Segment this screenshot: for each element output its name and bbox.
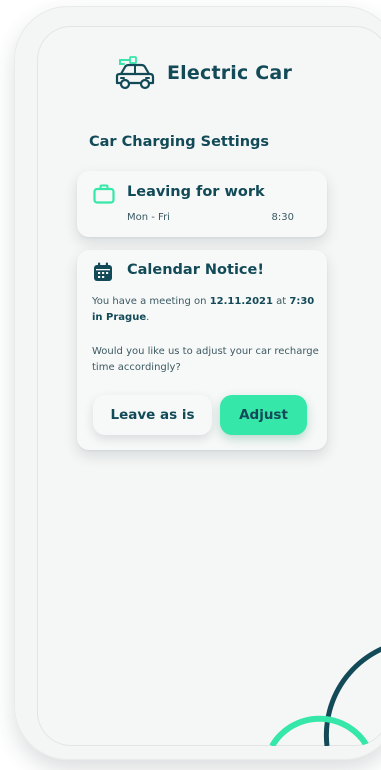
work-card-title: Leaving for work [127, 184, 265, 200]
briefcase-icon [93, 184, 115, 204]
app-title: Electric Car [167, 62, 293, 84]
leaving-for-work-card[interactable]: Leaving for work Mon - Fri 8:30 [77, 171, 327, 237]
message-mid: at [272, 296, 290, 307]
meeting-date: 12.11.2021 [209, 296, 273, 307]
app-header: Electric Car [37, 56, 381, 96]
work-time: 8:30 [271, 212, 294, 223]
stage: Electric Car Car Charging Settings Leavi… [0, 0, 381, 770]
section-title: Car Charging Settings [89, 134, 270, 150]
calendar-notice-card: Calendar Notice! You have a meeting on 1… [77, 250, 327, 450]
adjust-button[interactable]: Adjust [220, 395, 307, 435]
green-arc [269, 715, 370, 746]
electric-car-icon [115, 56, 155, 90]
leave-as-is-button[interactable]: Leave as is [93, 395, 212, 435]
notice-card-title: Calendar Notice! [127, 262, 264, 278]
adjust-question: Would you like us to adjust your car rec… [92, 346, 319, 373]
work-days: Mon - Fri [127, 212, 170, 223]
calendar-icon [94, 262, 112, 281]
message-suffix: . [146, 311, 150, 323]
phone-screen: Electric Car Car Charging Settings Leavi… [37, 26, 381, 746]
message-prefix: You have a meeting on [92, 296, 210, 307]
dark-arc [323, 646, 381, 746]
meeting-message: You have a meeting on 12.11.2021 at 7:30… [92, 294, 320, 325]
